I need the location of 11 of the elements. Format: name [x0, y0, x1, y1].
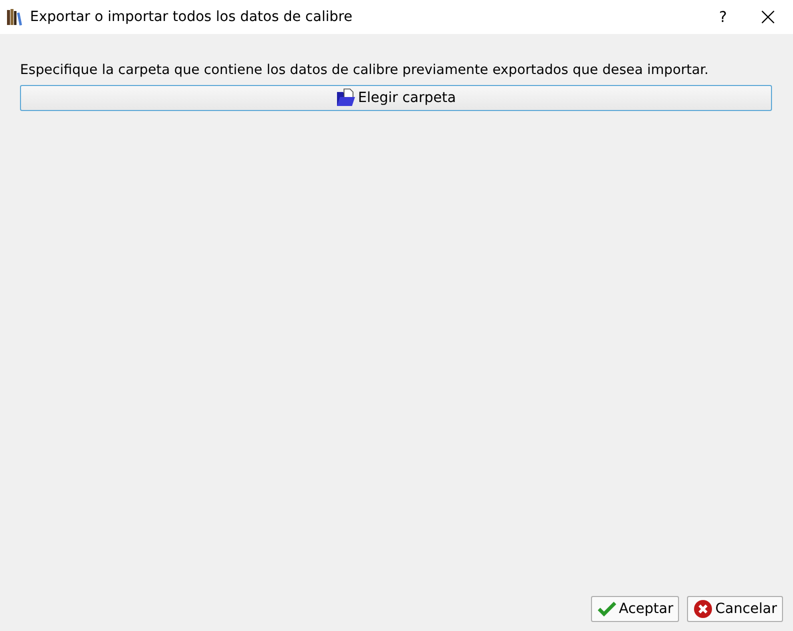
checkmark-icon	[596, 599, 617, 619]
instruction-text: Especifique la carpeta que contiene los datos de calibre previamente exportados que desea importar.	[20, 62, 710, 78]
cancel-icon	[693, 599, 714, 619]
choose-folder-button[interactable]: Elegir carpeta	[20, 85, 772, 111]
close-icon[interactable]	[761, 10, 775, 24]
cancel-button[interactable]: Cancelar	[687, 596, 783, 622]
accept-button[interactable]: Aceptar	[590, 596, 680, 622]
window-title: Exportar o importar todos los datos de calibre	[30, 9, 354, 25]
books-icon	[6, 8, 24, 26]
folder-icon	[336, 88, 356, 108]
help-button[interactable]: ?	[703, 8, 743, 26]
